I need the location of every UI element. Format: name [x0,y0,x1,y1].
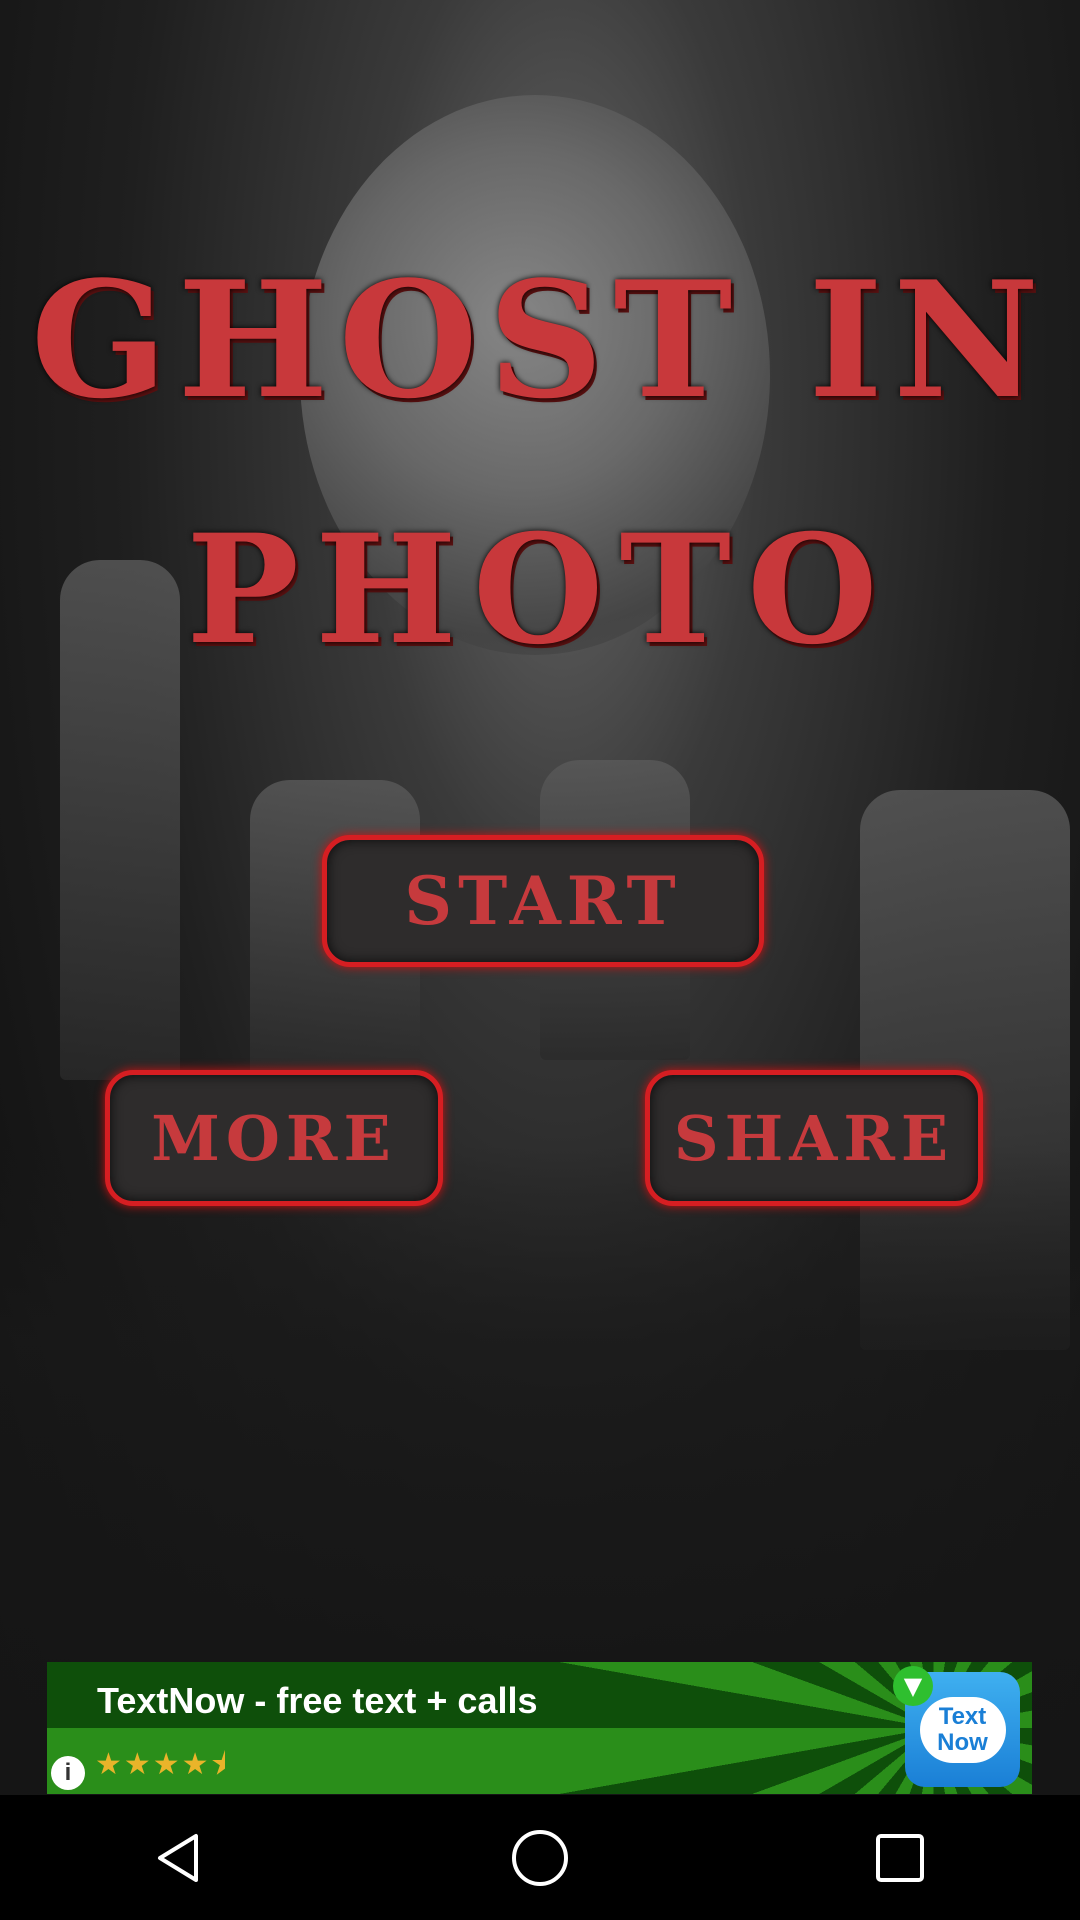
graveyard-background: GHOST IN PHOTO START MORE SHARE [0,0,1080,1795]
start-button[interactable]: START [322,835,764,967]
more-button[interactable]: MORE [105,1070,443,1206]
ad-info-icon[interactable]: i [51,1756,85,1790]
recents-icon[interactable] [860,1818,940,1898]
ad-banner[interactable]: TextNow - free text + calls ★★★★⯨ i Text… [47,1662,1032,1794]
home-icon[interactable] [500,1818,580,1898]
ad-rating-stars: ★★★★⯨ [95,1747,229,1782]
app-title-line1: GHOST IN [30,246,1050,434]
app-title-line2: PHOTO [186,502,894,678]
ad-logo-text: Text Now [919,1696,1006,1763]
share-button[interactable]: SHARE [645,1070,983,1206]
system-navigation-bar [0,1795,1080,1920]
download-arrow-icon: ▼ [893,1666,933,1706]
back-icon[interactable] [140,1818,220,1898]
ad-title: TextNow - free text + calls [97,1680,538,1721]
